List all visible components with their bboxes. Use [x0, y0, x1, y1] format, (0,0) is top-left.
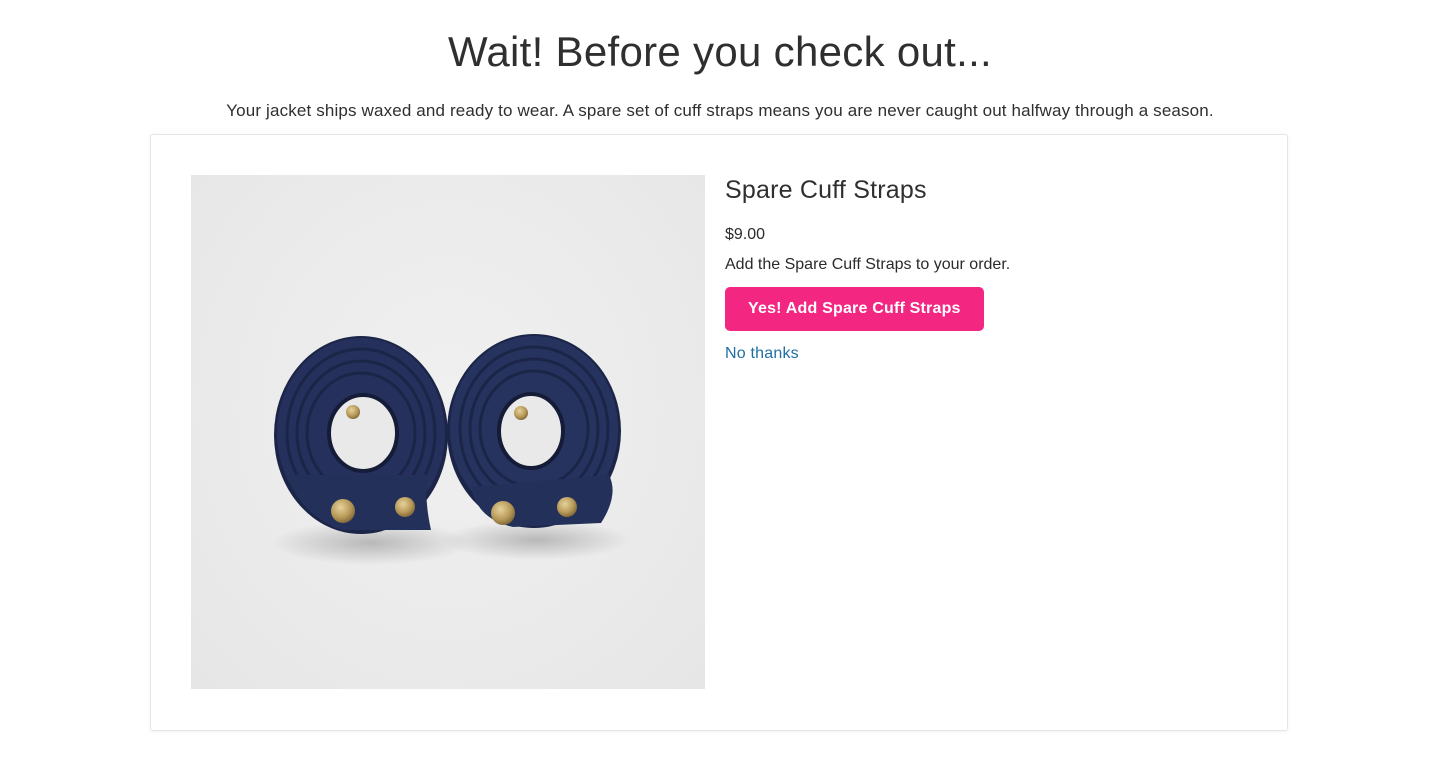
add-to-order-button[interactable]: Yes! Add Spare Cuff Straps	[725, 287, 984, 331]
product-title: Spare Cuff Straps	[725, 176, 927, 204]
upsell-page: Wait! Before you check out... Your jacke…	[0, 0, 1440, 759]
cuff-straps-illustration	[271, 334, 631, 565]
left-strap-coil	[274, 336, 448, 534]
page-subtitle: Your jacket ships waxed and ready to wea…	[226, 101, 1214, 120]
page-title: Wait! Before you check out...	[447, 28, 993, 75]
decline-offer-link[interactable]: No thanks	[725, 344, 1245, 364]
right-strap-coil	[447, 334, 621, 528]
offer-details: Spare Cuff Straps $9.00 Add the Spare Cu…	[725, 175, 1245, 364]
upsell-offer-card: Spare Cuff Straps $9.00 Add the Spare Cu…	[150, 134, 1288, 731]
product-price: $9.00	[725, 226, 766, 243]
offer-description: Add the Spare Cuff Straps to your order.	[725, 256, 1011, 273]
product-image	[191, 175, 705, 689]
